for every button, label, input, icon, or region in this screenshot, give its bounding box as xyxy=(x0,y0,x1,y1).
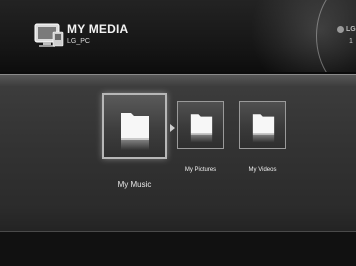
brand-logo-icon xyxy=(337,26,344,33)
header-decor-arc xyxy=(316,0,356,72)
page-title: MY MEDIA xyxy=(67,22,129,36)
media-monitor-icon xyxy=(34,23,64,47)
tile-my-pictures[interactable] xyxy=(177,101,224,149)
folder-icon xyxy=(121,113,149,150)
device-name: LG_PC xyxy=(67,38,90,45)
brand-logo-text: LG xyxy=(346,26,356,33)
folder-icon xyxy=(190,114,213,143)
brand-logo: LG xyxy=(337,26,356,33)
my-media-screen: MY MEDIA LG_PC LG 1 My Music My Pictures… xyxy=(0,0,356,266)
folder-icon xyxy=(252,114,275,143)
tile-label-my-pictures: My Pictures xyxy=(184,167,217,173)
brand-subtext: 1 xyxy=(349,38,353,45)
tile-my-videos[interactable] xyxy=(239,101,286,149)
tile-my-music[interactable] xyxy=(102,93,167,159)
chevron-right-icon xyxy=(170,124,175,132)
footer-bar xyxy=(0,232,356,266)
header-bar: MY MEDIA LG_PC LG 1 xyxy=(0,0,356,72)
tile-label-my-music: My Music xyxy=(117,180,152,189)
media-category-band xyxy=(0,74,356,232)
band-divider-top xyxy=(0,74,356,75)
tile-label-my-videos: My Videos xyxy=(248,167,277,173)
